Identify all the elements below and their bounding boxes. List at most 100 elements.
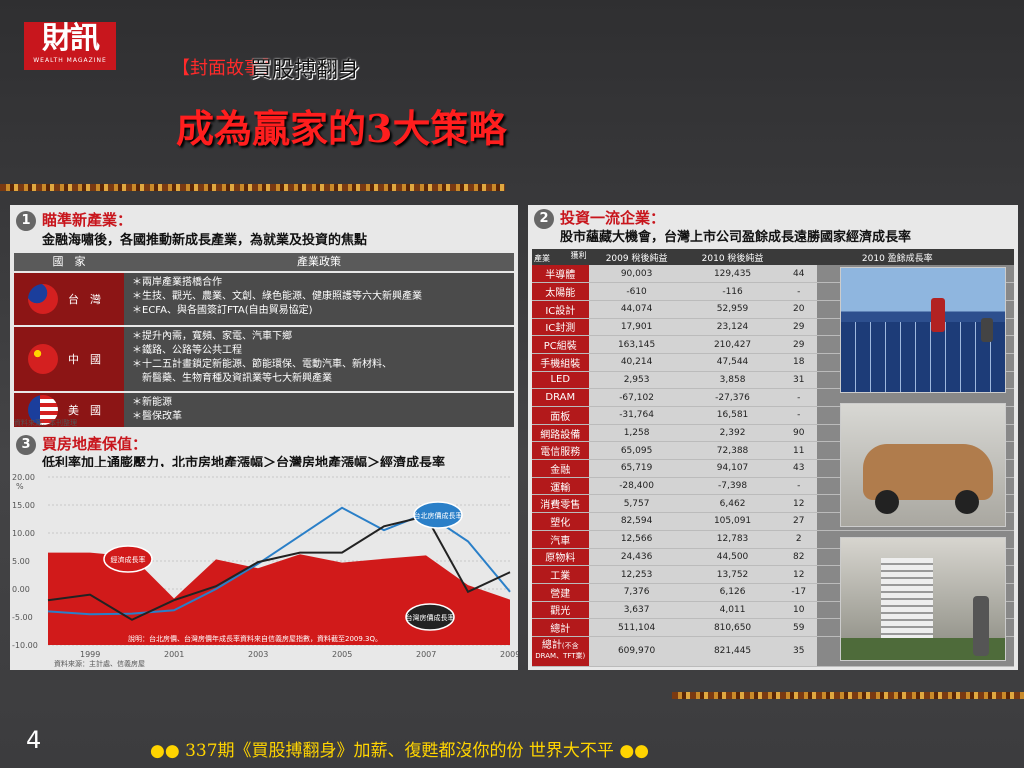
page-number: 4 (26, 726, 42, 754)
earnings-2010-cell: 6,462 (684, 494, 781, 514)
earnings-2010-cell: 2,392 (684, 424, 781, 443)
earnings-2009-cell: 163,145 (588, 335, 685, 354)
industry-cell: 消費零售 (532, 494, 589, 514)
solar-panel-photo (840, 267, 1006, 393)
x-tick-label: 2001 (164, 650, 184, 659)
earnings-2010-cell: 210,427 (684, 335, 781, 354)
growth-rate-cell: 59 (780, 618, 817, 637)
policy-table: 國 家產業政策 台 灣 ＊兩岸產業搭橋合作 ＊生技、觀光、農業、文創、綠色能源、健… (14, 253, 514, 427)
earnings-2009-cell: 82,594 (588, 512, 685, 531)
legend-label: 台北房價成長率 (414, 511, 463, 520)
earnings-2010-cell: 810,650 (684, 618, 781, 637)
earnings-2010-cell: 72,388 (684, 441, 781, 461)
y-tick-label: 5.00 (12, 557, 30, 566)
industry-cell: 工業 (532, 565, 589, 584)
price-growth-chart: 20.00 15.00 10.00 5.00 0.00 -5.00 -10.00% 1999 2… (10, 467, 518, 670)
earnings-2010-cell: 52,959 (684, 300, 781, 319)
earnings-2010-cell: -116 (684, 282, 781, 301)
policy-row-taiwan: 台 灣 ＊兩岸產業搭橋合作 ＊生技、觀光、農業、文創、綠色能源、健康照護等六大新興… (14, 273, 514, 325)
growth-rate-cell: 10 (780, 601, 817, 620)
legend-label: 台灣房價成長率 (406, 613, 455, 622)
growth-rate-cell: 27 (780, 512, 817, 531)
earnings-2010-cell: 105,091 (684, 512, 781, 531)
industry-cell: 面板 (532, 406, 589, 425)
earnings-2009-cell: 44,074 (588, 300, 685, 319)
section1-title: 瞄準新產業： (42, 211, 133, 229)
industry-cell: 運輸 (532, 477, 589, 496)
section1-badge: 1 (16, 209, 36, 231)
growth-rate-cell: 18 (780, 353, 817, 372)
chart-note: 說明：台北房價、台灣房價年成長率資料來自信義房屋指數，資料截至2009.3Q。 (128, 634, 382, 643)
earnings-2009-cell: 1,258 (588, 424, 685, 443)
policy-table-header: 國 家產業政策 (14, 253, 514, 271)
earnings-2009-cell: 511,104 (588, 618, 685, 637)
earnings-2010-cell: 6,126 (684, 583, 781, 602)
section2-title: 投資一流企業： (560, 209, 666, 227)
earnings-2009-cell: -28,400 (588, 477, 685, 496)
earnings-2009-cell: 3,637 (588, 601, 685, 620)
earnings-2010-cell: -27,376 (684, 388, 781, 407)
growth-rate-cell: 43 (780, 459, 817, 478)
earnings-2010-cell: 821,445 (684, 636, 781, 667)
earnings-2009-cell: 5,757 (588, 494, 685, 514)
growth-rate-cell: -17 (780, 583, 817, 602)
y-tick-label: 0.00 (12, 585, 30, 594)
earnings-2009-cell: 12,566 (588, 530, 685, 549)
chart-source: 資料來源：主計處、信義房屋 (54, 659, 145, 668)
earnings-2009-cell: 40,214 (588, 353, 685, 372)
issue-theme: 買股搏翻身 (250, 58, 361, 83)
earnings-2009-cell: 90,003 (588, 265, 685, 284)
industry-cell: 總計 (532, 618, 589, 637)
x-tick-label: 2009 (500, 650, 518, 659)
section2-subtitle: 股市蘊藏大機會，台灣上市公司盈餘成長遠勝國家經濟成長率 (560, 230, 912, 245)
industry-cell: 原物料 (532, 548, 589, 567)
x-tick-label: 2003 (248, 650, 268, 659)
growth-rate-cell: 31 (780, 371, 817, 390)
industry-cell: 電信服務 (532, 441, 589, 461)
left-panel: 1 瞄準新產業： 金融海嘯後，各國推動新成長產業，為就業及投資的焦點 國 家產業… (10, 205, 518, 670)
industry-cell: IC設計 (532, 300, 589, 319)
earnings-2009-cell: -610 (588, 282, 685, 301)
industry-cell: 汽車 (532, 530, 589, 549)
growth-rate-cell: 82 (780, 548, 817, 567)
right-panel: 2 投資一流企業： 股市蘊藏大機會，台灣上市公司盈餘成長遠勝國家經濟成長率 產業… (528, 205, 1018, 670)
policy-row-usa: 美 國 ＊新能源 ＊醫保改革 (14, 393, 514, 427)
car-photo (840, 403, 1006, 527)
y-unit-label: % (16, 482, 24, 491)
earnings-2010-cell: 44,500 (684, 548, 781, 567)
earnings-2010-cell: 94,107 (684, 459, 781, 478)
building-model-photo (840, 537, 1006, 661)
growth-rate-cell: - (780, 388, 817, 407)
earnings-2009-cell: 7,376 (588, 583, 685, 602)
earnings-2009-cell: 24,436 (588, 548, 685, 567)
earnings-2010-cell: 13,752 (684, 565, 781, 584)
industry-cell: LED (532, 371, 589, 390)
policy-row-china: 中 國 ＊提升內需，寬頻、家電、汽車下鄉 ＊鐵路、公路等公共工程 ＊十二五計畫鎖定新… (14, 327, 514, 391)
growth-rate-cell: 11 (780, 441, 817, 461)
section1-subtitle: 金融海嘯後，各國推動新成長產業，為就業及投資的焦點 (42, 233, 368, 248)
earnings-2009-cell: 609,970 (588, 636, 685, 667)
earnings-2010-cell: 47,544 (684, 353, 781, 372)
page-title: 成為贏家的3大策略 (176, 106, 507, 151)
y-tick-label: 20.00 (12, 473, 35, 482)
industry-cell: 觀光 (532, 601, 589, 620)
growth-rate-cell: - (780, 282, 817, 301)
y-tick-label: -10.00 (12, 641, 38, 650)
growth-rate-cell: - (780, 406, 817, 425)
industry-cell: 營建 (532, 583, 589, 602)
industry-cell: DRAM (532, 388, 589, 407)
earnings-table-header: 產業 獲利 2009 稅後純益 2010 稅後純益 2010 盈餘成長率 (532, 249, 1014, 265)
y-tick-label: 15.00 (12, 501, 35, 510)
earnings-2009-cell: -67,102 (588, 388, 685, 407)
decor-stripe-top (0, 184, 505, 191)
industry-cell: 網路設備 (532, 424, 589, 443)
industry-cell: 金融 (532, 459, 589, 478)
earnings-2010-cell: 23,124 (684, 318, 781, 337)
industry-cell: 半導體 (532, 265, 589, 284)
earnings-2010-cell: 16,581 (684, 406, 781, 425)
growth-rate-cell: 12 (780, 565, 817, 584)
earnings-2009-cell: 2,953 (588, 371, 685, 390)
growth-rate-cell: - (780, 477, 817, 496)
industry-cell: PC組裝 (532, 335, 589, 354)
industry-cell: 總計(不含 DRAM、TFT業) (532, 636, 589, 667)
